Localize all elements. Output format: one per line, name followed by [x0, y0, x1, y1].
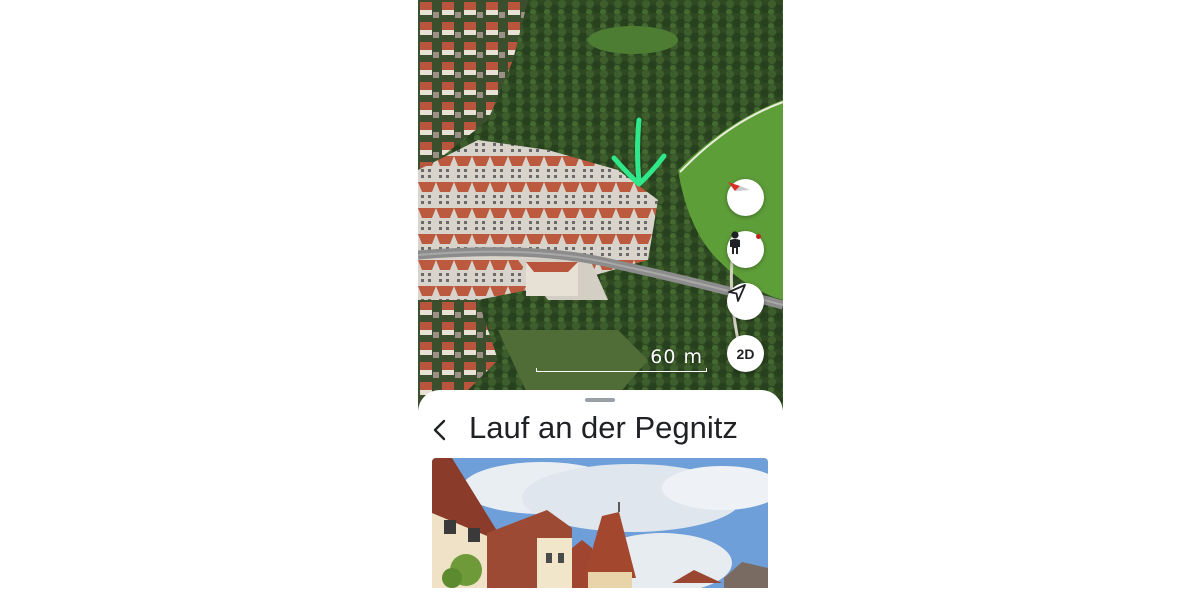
navigation-arrow-icon — [728, 284, 746, 302]
scale-label: 60 m — [650, 346, 703, 368]
place-photo[interactable] — [432, 458, 768, 588]
place-title: Lauf an der Pegnitz — [469, 410, 738, 445]
compass-button[interactable] — [727, 179, 764, 216]
chevron-left-icon — [433, 419, 446, 441]
scale-line — [536, 368, 707, 372]
view-mode-label: 2D — [736, 345, 755, 362]
scale-bar: 60 m — [536, 344, 707, 376]
place-bottom-sheet[interactable]: Lauf an der Pegnitz — [418, 390, 783, 600]
hand-drawn-down-arrow-icon — [611, 117, 667, 187]
street-view-button[interactable] — [727, 231, 764, 268]
town-photo-image — [432, 458, 768, 588]
pegman-icon — [730, 231, 740, 254]
compass-icon — [728, 182, 750, 191]
back-button[interactable] — [426, 416, 454, 444]
drag-handle[interactable] — [585, 398, 615, 402]
notification-dot — [756, 234, 761, 239]
satellite-map[interactable]: 60 m 2D — [418, 0, 783, 410]
my-location-button[interactable] — [727, 283, 764, 320]
phone-screen: 60 m 2D Lauf an der Pegnitz — [418, 0, 783, 600]
view-mode-2d-button[interactable]: 2D — [727, 335, 764, 372]
